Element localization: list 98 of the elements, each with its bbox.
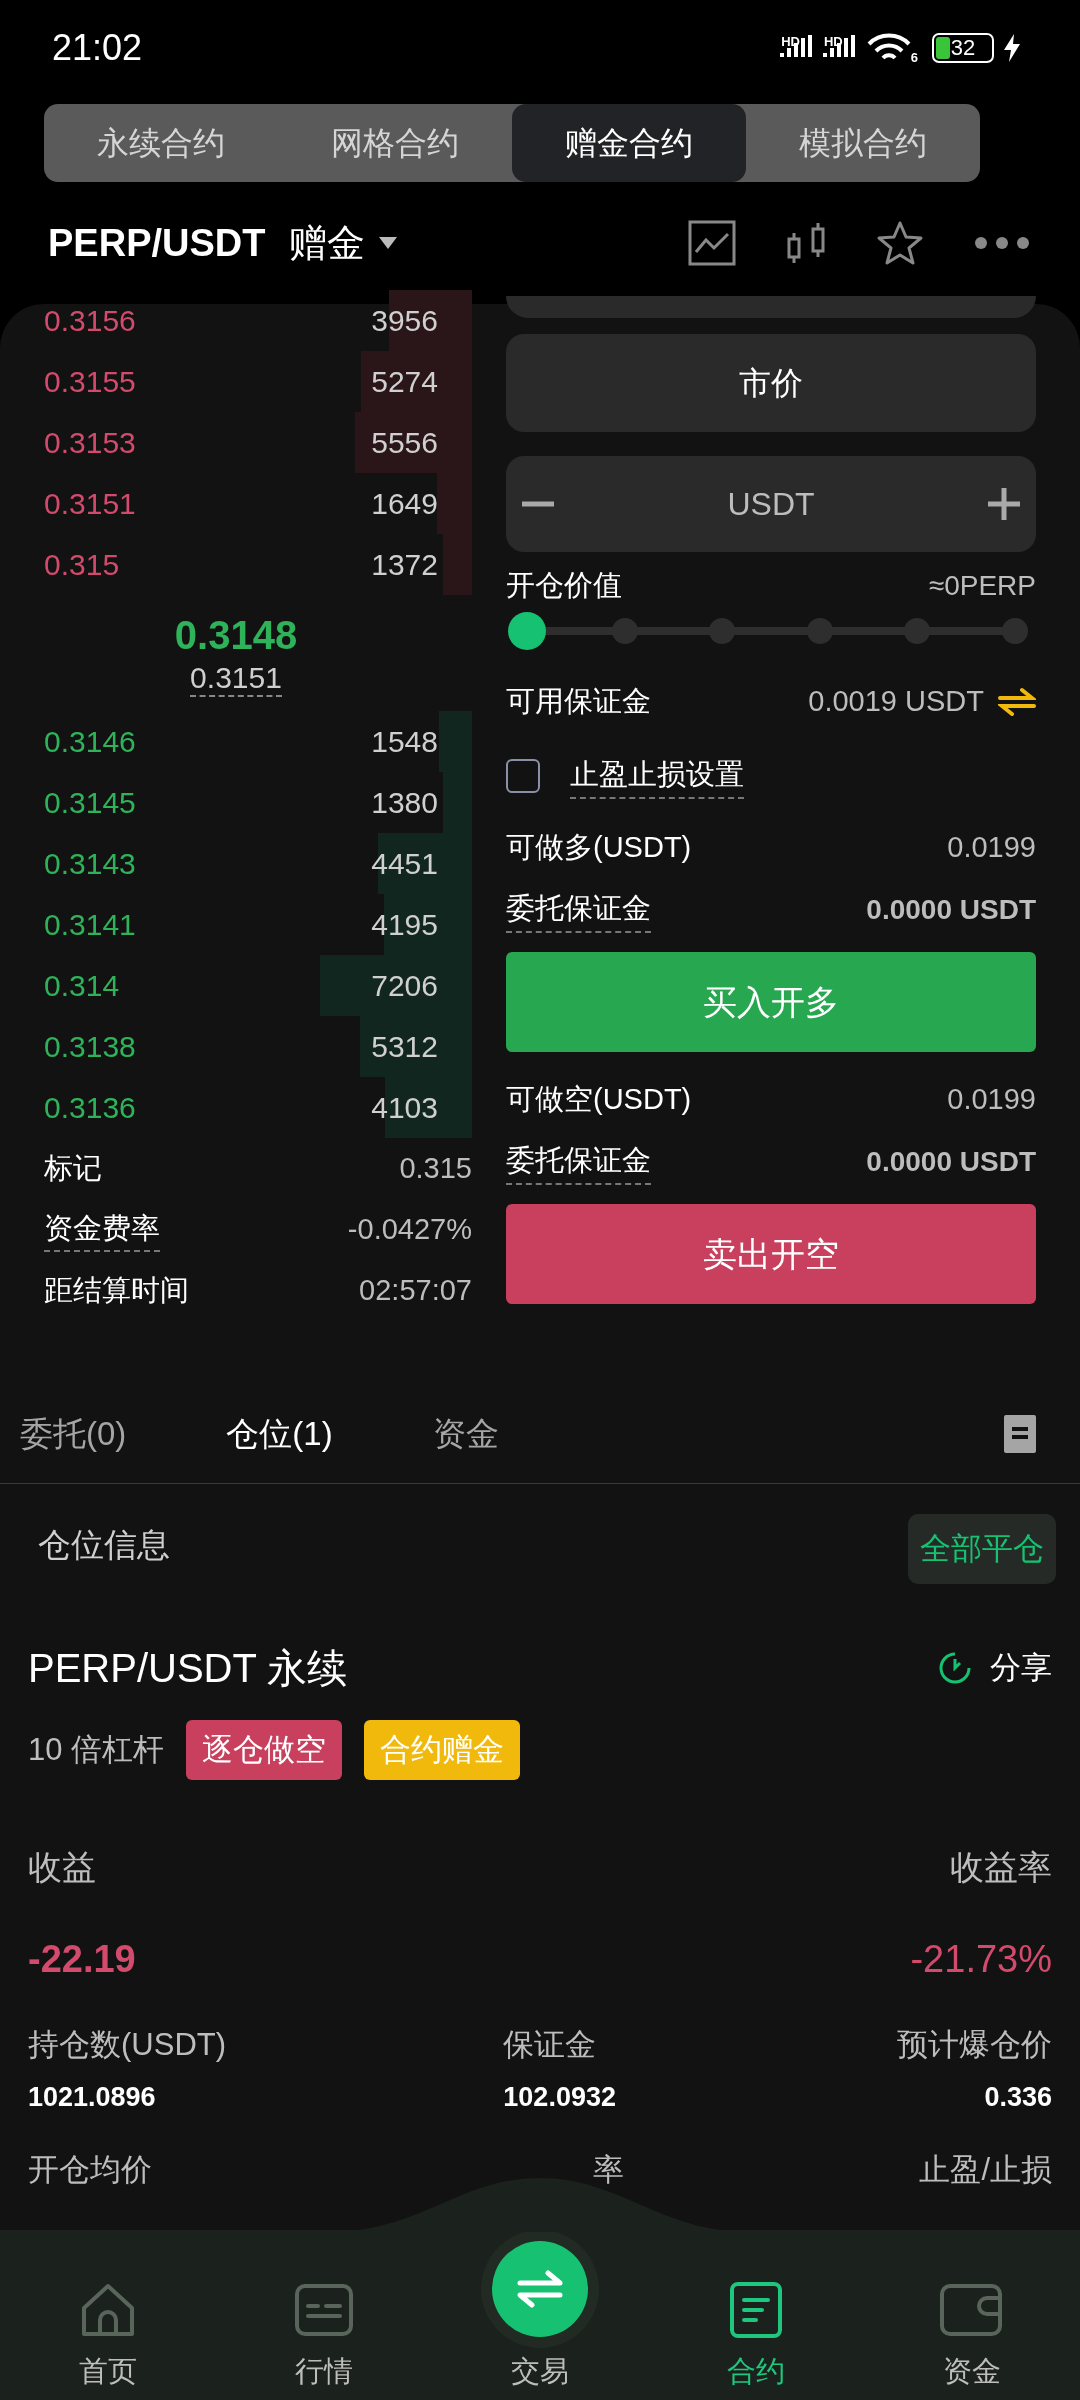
pnl-label: 收益 <box>28 1847 96 1888</box>
wifi-label: 6 <box>910 51 918 64</box>
position-tag: 合约赠金 <box>364 1720 521 1780</box>
nav-item[interactable]: 交易 <box>432 2230 648 2400</box>
star-icon[interactable] <box>876 220 924 266</box>
field-label: 止盈/止损 <box>919 2151 1052 2189</box>
order-price[interactable]: 0.3145 <box>44 780 136 825</box>
order-amount: 3956 <box>371 303 438 339</box>
position-tab[interactable]: 仓位(1) <box>226 1408 333 1459</box>
order-price[interactable]: 0.315 <box>44 542 120 587</box>
nav-item[interactable]: 首页 <box>0 2230 216 2400</box>
sell-short-button[interactable]: 卖出开空 <box>506 1204 1036 1304</box>
order-amount: 5312 <box>371 1029 438 1065</box>
order-price[interactable]: 0.3146 <box>44 719 136 764</box>
order-margin-value: 0.0000 USDT <box>866 1145 1036 1179</box>
order-amount: 4195 <box>371 907 438 943</box>
order-price[interactable]: 0.3141 <box>44 902 136 947</box>
stat-value: -0.0427% <box>347 1211 472 1247</box>
order-price[interactable]: 0.3153 <box>44 420 136 465</box>
order-margin-label[interactable]: 委托保证金 <box>506 1139 651 1185</box>
stat-label: 距结算时间 <box>44 1272 189 1308</box>
close-all-button[interactable]: 全部平仓 <box>908 1514 1056 1584</box>
variant-dropdown[interactable]: 赠金 <box>289 214 398 272</box>
share-button[interactable]: 分享 <box>938 1644 1052 1692</box>
battery-icon: 32 <box>932 33 994 63</box>
refresh-icon <box>938 1651 972 1685</box>
order-price[interactable]: 0.3156 <box>44 298 136 343</box>
pnl-value: -22.19 <box>28 1937 136 1982</box>
last-price: 0.3148 <box>174 612 298 659</box>
leverage-label: 10 倍杠杆 <box>28 1730 165 1769</box>
charging-icon <box>1004 34 1020 62</box>
amount-field[interactable]: USDT <box>506 456 1036 552</box>
order-price[interactable]: 0.3151 <box>44 481 136 526</box>
pair-title: PERP/USDT <box>48 220 266 266</box>
order-amount: 5274 <box>371 364 438 400</box>
mode-tab[interactable]: 模拟合约 <box>746 104 980 182</box>
stat-value: 02:57:07 <box>359 1272 472 1308</box>
mode-tab[interactable]: 永续合约 <box>44 104 278 182</box>
max-size-value: 0.0199 <box>947 830 1036 866</box>
position-symbol: PERP/USDT 永续 <box>28 1645 348 1692</box>
mode-tab[interactable]: 网格合约 <box>278 104 512 182</box>
mark-price[interactable]: 0.3151 <box>190 661 282 697</box>
nav-item[interactable]: 资金 <box>864 2230 1080 2400</box>
stat-value: 0.315 <box>399 1150 472 1186</box>
value-label: 开仓价值 <box>506 568 622 604</box>
order-price[interactable]: 0.3143 <box>44 841 136 886</box>
field-value: 102.0932 <box>503 2080 616 2114</box>
available-value: 0.0019 USDT <box>808 684 984 720</box>
more-icon[interactable] <box>974 236 1030 250</box>
depth-bar <box>443 534 472 595</box>
order-price[interactable]: 0.3136 <box>44 1085 136 1130</box>
order-amount: 4451 <box>371 846 438 882</box>
value-reading: ≈0PERP <box>928 569 1036 603</box>
position-tab[interactable]: 委托(0) <box>20 1408 127 1459</box>
nav-item[interactable]: 合约 <box>648 2230 864 2400</box>
stat-label[interactable]: 资金费率 <box>44 1206 160 1253</box>
tp-sl-checkbox[interactable] <box>506 759 540 793</box>
list-icon[interactable] <box>1004 1414 1036 1453</box>
status-time: 21:02 <box>52 26 143 70</box>
order-price[interactable]: 0.3138 <box>44 1024 136 1069</box>
order-amount: 4103 <box>371 1090 438 1126</box>
max-size-label: 可做空(USDT) <box>506 1082 692 1118</box>
tp-sl-label[interactable]: 止盈止损设置 <box>570 753 744 799</box>
max-size-value: 0.0199 <box>947 1082 1036 1118</box>
field-value: 1021.0896 <box>28 2080 156 2114</box>
pnl-rate-label: 收益率 <box>950 1847 1052 1888</box>
order-amount: 1649 <box>371 486 438 522</box>
caret-icon <box>379 237 398 249</box>
order-margin-label[interactable]: 委托保证金 <box>506 887 651 933</box>
order-price[interactable]: 0.314 <box>44 963 120 1008</box>
field-value: 0.336 <box>984 2080 1052 2114</box>
nav-item[interactable]: 行情 <box>216 2230 432 2400</box>
order-margin-value: 0.0000 USDT <box>866 893 1036 927</box>
order-amount: 7206 <box>371 968 438 1004</box>
field-label: 保证金 <box>503 2026 597 2064</box>
field-label: 率 <box>593 2151 625 2189</box>
pnl-rate-value: -21.73% <box>910 1937 1052 1982</box>
position-tag: 逐仓做空 <box>186 1720 343 1780</box>
field-label: 预计爆仓价 <box>897 2026 1052 2064</box>
order-amount: 5556 <box>371 425 438 461</box>
slider-thumb[interactable] <box>508 612 546 650</box>
order-amount: 1548 <box>371 724 438 760</box>
mode-tab[interactable]: 赠金合约 <box>512 104 746 182</box>
amount-input[interactable]: USDT <box>558 480 984 528</box>
price-field[interactable] <box>506 296 1036 318</box>
order-amount: 1372 <box>371 547 438 583</box>
order-type-selector[interactable]: 市价 <box>506 334 1036 432</box>
line-chart-icon[interactable] <box>688 220 736 266</box>
transfer-icon[interactable] <box>998 687 1036 717</box>
stat-label: 标记 <box>44 1150 102 1186</box>
section-title: 仓位信息 <box>37 1525 170 1565</box>
order-amount: 1380 <box>371 785 438 821</box>
order-price[interactable]: 0.3155 <box>44 359 136 404</box>
available-label: 可用保证金 <box>506 684 651 720</box>
field-label: 持仓数(USDT) <box>28 2026 227 2064</box>
field-label: 开仓均价 <box>28 2151 152 2189</box>
max-size-label: 可做多(USDT) <box>506 830 692 866</box>
position-tab[interactable]: 资金 <box>432 1408 499 1459</box>
